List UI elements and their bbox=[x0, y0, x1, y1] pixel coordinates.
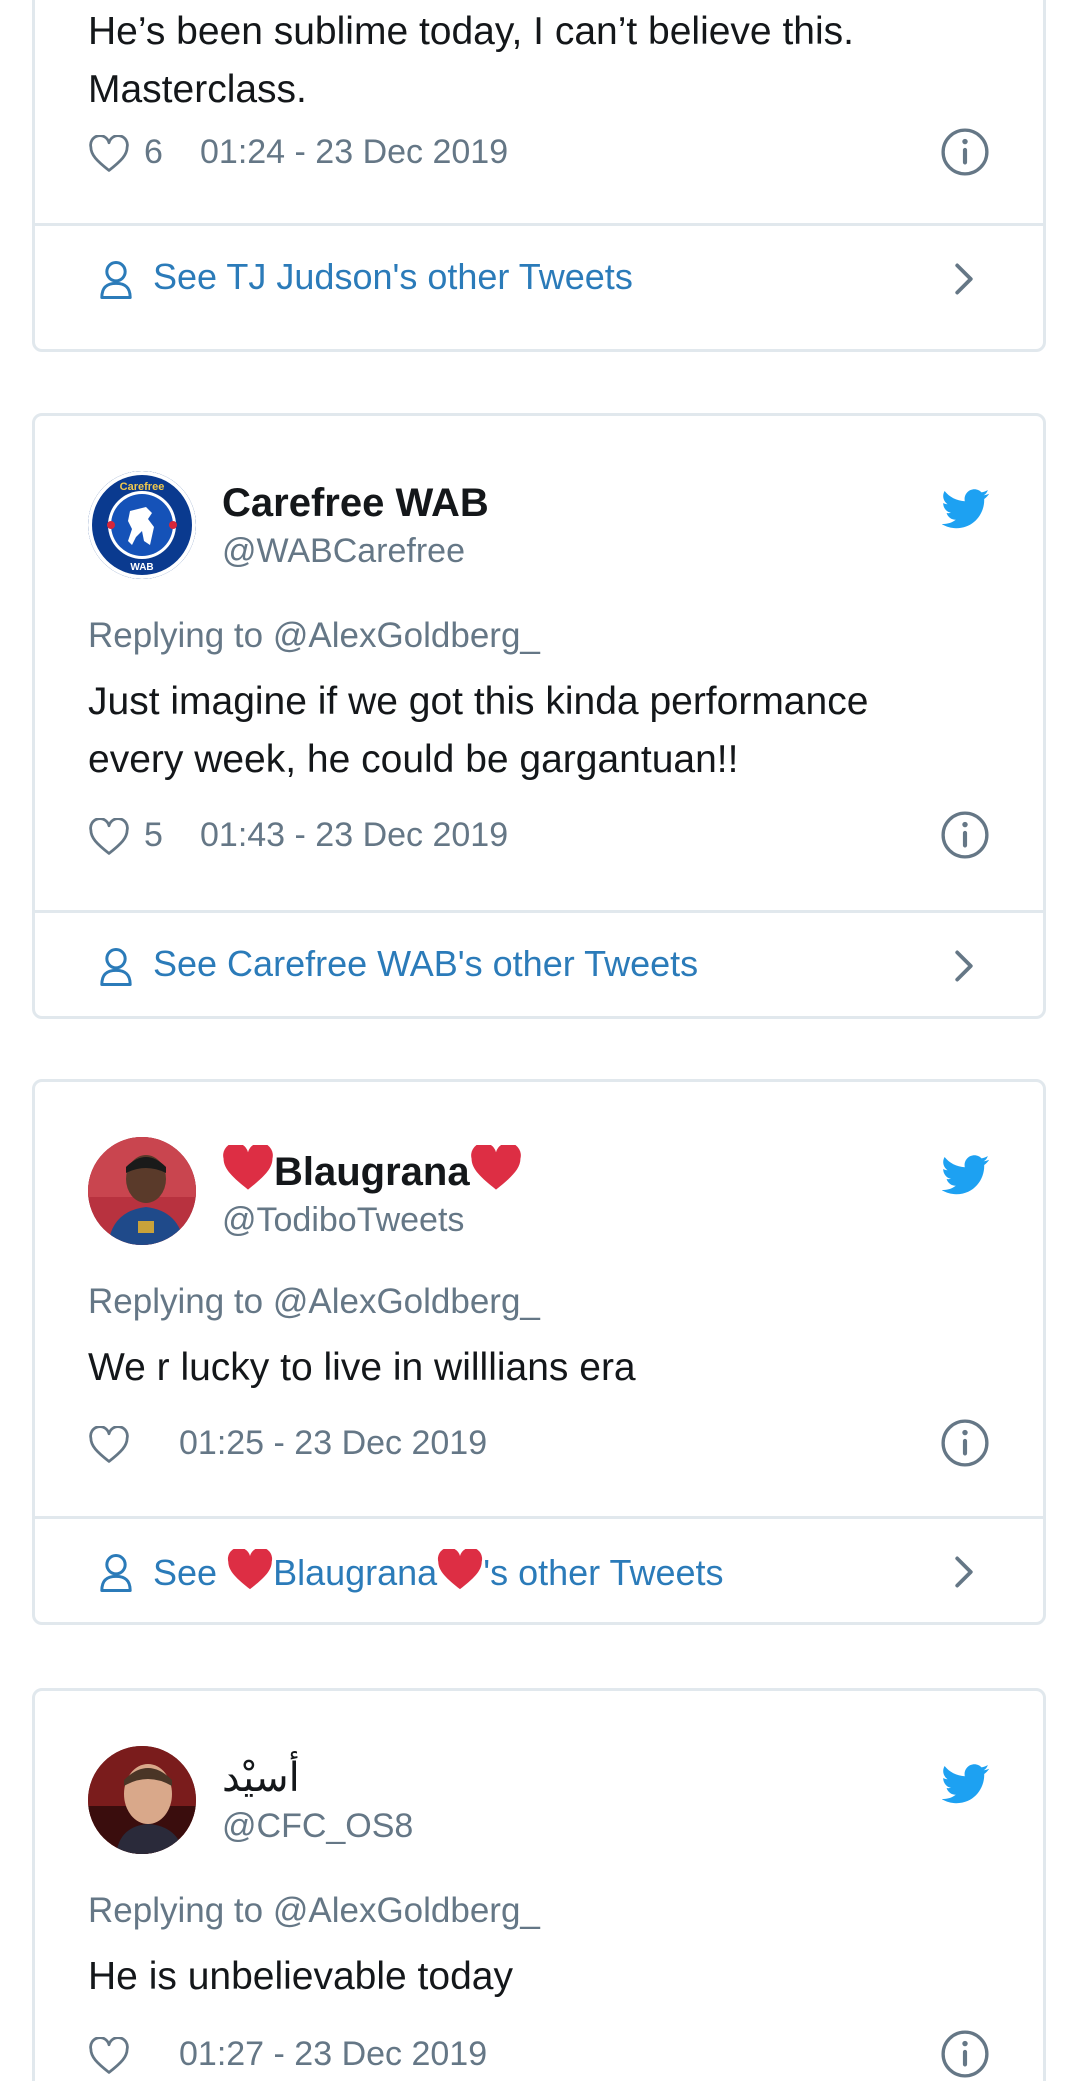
tweet-text: We r lucky to live in willlians era bbox=[88, 1346, 636, 1389]
heart-outline-icon[interactable] bbox=[88, 1426, 130, 1464]
display-name: أسيْد bbox=[222, 1756, 300, 1800]
heart-outline-icon[interactable] bbox=[88, 818, 130, 856]
tweet-text: He’s been sublime today, I can’t believe… bbox=[88, 10, 854, 111]
replying-to[interactable]: Replying to @AlexGoldberg_ bbox=[88, 616, 540, 656]
heart-outline-icon[interactable] bbox=[88, 2037, 130, 2075]
display-name-text: Blaugrana bbox=[274, 1150, 470, 1194]
tweet-timestamp[interactable]: 01:43 - 23 Dec 2019 bbox=[200, 816, 508, 855]
footer-suffix: 's other Tweets bbox=[483, 1552, 724, 1593]
user-names[interactable]: Carefree WAB @WABCarefree bbox=[222, 479, 489, 573]
like-count: 6 bbox=[144, 133, 163, 171]
see-other-tweets-label: See Carefree WAB's other Tweets bbox=[153, 943, 699, 984]
person-icon bbox=[100, 948, 132, 986]
twitter-bird-icon[interactable] bbox=[942, 1764, 990, 1804]
tweet-meta: 01:27 - 23 Dec 2019 bbox=[88, 2025, 990, 2081]
tweet-timestamp[interactable]: 01:24 - 23 Dec 2019 bbox=[200, 133, 508, 172]
info-icon[interactable] bbox=[940, 1418, 990, 1468]
tweet-card: Blaugrana @TodiboTweets Replying to @Ale… bbox=[32, 1079, 1046, 1625]
like-count: 5 bbox=[144, 816, 163, 854]
user-names[interactable]: أسيْد @CFC_OS8 bbox=[222, 1754, 413, 1848]
tweet-text: Just imagine if we got this kinda perfor… bbox=[88, 680, 869, 781]
twitter-bird-icon[interactable] bbox=[942, 489, 990, 529]
tweet-header: Blaugrana @TodiboTweets bbox=[88, 1137, 990, 1247]
person-icon bbox=[100, 1554, 132, 1592]
heart-outline-icon[interactable] bbox=[88, 135, 130, 173]
user-names[interactable]: Blaugrana @TodiboTweets bbox=[222, 1145, 522, 1242]
see-other-tweets-link[interactable]: See Carefree WAB's other Tweets bbox=[35, 913, 1043, 1018]
tweet-card: أسيْد @CFC_OS8 Replying to @AlexGoldberg… bbox=[32, 1688, 1046, 2081]
tweet-header: أسيْد @CFC_OS8 bbox=[88, 1746, 990, 1856]
tweet-text: He is unbelievable today bbox=[88, 1955, 513, 1998]
user-handle: @CFC_OS8 bbox=[222, 1807, 414, 1845]
tweet-header: Carefree WAB Carefree WAB @WABCarefree bbox=[88, 471, 990, 581]
tweet-card: He’s been sublime today, I can’t believe… bbox=[32, 0, 1046, 352]
info-icon[interactable] bbox=[940, 810, 990, 860]
avatar-crest-text: Carefree bbox=[120, 481, 165, 493]
info-icon[interactable] bbox=[940, 127, 990, 177]
tweet-card: Carefree WAB Carefree WAB @WABCarefree R… bbox=[32, 413, 1046, 1019]
display-name: Carefree WAB bbox=[222, 481, 489, 525]
info-icon[interactable] bbox=[940, 2029, 990, 2079]
footer-name: Blaugrana bbox=[273, 1552, 438, 1593]
tweet-meta: 5 01:43 - 23 Dec 2019 bbox=[88, 806, 990, 866]
avatar[interactable]: Carefree WAB bbox=[88, 471, 196, 579]
user-handle: @TodiboTweets bbox=[222, 1201, 465, 1239]
tweet-feed: He’s been sublime today, I can’t believe… bbox=[0, 0, 1080, 2081]
display-name: Blaugrana bbox=[222, 1145, 522, 1196]
avatar[interactable] bbox=[88, 1746, 196, 1854]
tweet-timestamp[interactable]: 01:25 - 23 Dec 2019 bbox=[179, 1424, 487, 1463]
red-heart-icon bbox=[470, 1145, 521, 1190]
see-other-tweets-label: See Blaugrana 's other Tweets bbox=[153, 1549, 724, 1594]
replying-to[interactable]: Replying to @AlexGoldberg_ bbox=[88, 1282, 540, 1322]
user-handle: @WABCarefree bbox=[222, 532, 465, 570]
avatar-crest-subtext: WAB bbox=[130, 562, 153, 573]
see-other-tweets-link[interactable]: See TJ Judson's other Tweets bbox=[35, 226, 1043, 331]
see-other-tweets-link[interactable]: See Blaugrana 's other Tweets bbox=[35, 1519, 1043, 1624]
see-other-tweets-label: See TJ Judson's other Tweets bbox=[153, 256, 633, 297]
red-heart-icon bbox=[223, 1145, 273, 1190]
tweet-meta: 01:25 - 23 Dec 2019 bbox=[88, 1414, 990, 1474]
portrait-photo-avatar bbox=[88, 1746, 196, 1854]
person-icon bbox=[100, 261, 132, 299]
red-heart-icon bbox=[227, 1549, 273, 1590]
tweet-meta: 6 01:24 - 23 Dec 2019 bbox=[88, 123, 990, 183]
footer-prefix: See bbox=[153, 1552, 228, 1593]
player-photo-avatar bbox=[88, 1137, 196, 1245]
twitter-bird-icon[interactable] bbox=[942, 1155, 990, 1195]
red-heart-icon bbox=[438, 1549, 483, 1590]
chevron-right-icon bbox=[955, 1556, 973, 1588]
replying-to[interactable]: Replying to @AlexGoldberg_ bbox=[88, 1891, 540, 1931]
chevron-right-icon bbox=[955, 950, 973, 982]
chevron-right-icon bbox=[955, 263, 973, 295]
avatar[interactable] bbox=[88, 1137, 196, 1245]
tweet-timestamp[interactable]: 01:27 - 23 Dec 2019 bbox=[179, 2035, 487, 2074]
chelsea-crest-avatar: Carefree WAB bbox=[88, 471, 196, 579]
